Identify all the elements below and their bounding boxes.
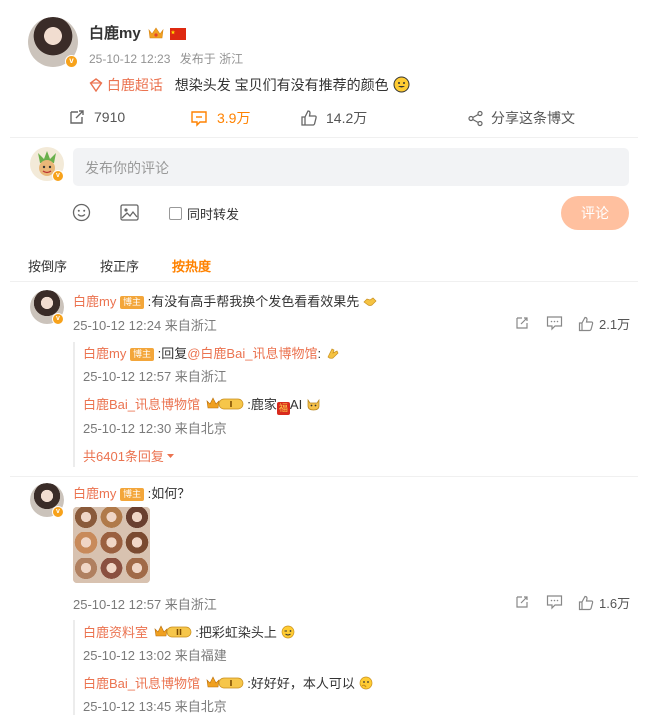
verified-icon: v	[65, 55, 78, 68]
reply-meta: 25-10-12 12:30 来自北京	[83, 421, 227, 436]
reply-author[interactable]: 白鹿Bai_讯息博物馆	[83, 397, 200, 412]
reply-thread-line	[73, 342, 75, 467]
reply-author[interactable]: 白鹿Bai_讯息博物馆	[83, 676, 200, 691]
supertopic-icon	[89, 78, 103, 92]
sort-tab-desc[interactable]: 按倒序	[28, 256, 67, 275]
divider	[10, 476, 638, 477]
reply-author[interactable]: 白鹿my	[83, 346, 126, 361]
reply-thread-line	[73, 620, 75, 715]
svg-text:I: I	[229, 400, 232, 409]
repost-icon	[68, 108, 86, 126]
verified-icon: v	[52, 313, 64, 325]
verified-icon: v	[52, 170, 64, 182]
verified-icon: v	[52, 506, 64, 518]
comment-like-button[interactable]: 1.6万	[578, 593, 630, 612]
think-emoji-icon	[359, 676, 373, 690]
comment-author[interactable]: 白鹿my	[73, 294, 116, 309]
comment-icon	[190, 109, 208, 127]
smile-icon	[72, 203, 91, 222]
thumb-up-icon	[300, 109, 318, 127]
wink-emoji-icon	[281, 625, 295, 639]
sort-tab-asc[interactable]: 按正序	[100, 256, 139, 275]
comment-input[interactable]: 发布你的评论	[73, 148, 629, 186]
comment-share-button[interactable]	[514, 315, 530, 331]
caret-down-icon	[166, 451, 175, 460]
comment-meta: 25-10-12 12:57 来自浙江	[73, 597, 217, 612]
share-button[interactable]: 分享这条博文	[467, 108, 575, 128]
clap-emoji-icon	[325, 346, 340, 360]
reply-meta: 25-10-12 13:02 来自福建	[83, 648, 227, 663]
thumb-up-icon	[578, 595, 594, 611]
reply-body: 白鹿Bai_讯息博物馆 I :鹿家福 AI	[83, 394, 321, 415]
expand-replies-link[interactable]: 共6401条回复	[83, 446, 175, 465]
supertopic-link[interactable]: 白鹿超话	[107, 77, 163, 93]
forward-checkbox[interactable]: 同时转发	[169, 204, 239, 223]
repost-icon	[514, 315, 530, 331]
svg-text:I: I	[229, 679, 232, 688]
divider	[10, 137, 638, 138]
reply-meta: 25-10-12 12:57 来自浙江	[83, 369, 227, 384]
comment-text: :如何？	[147, 486, 191, 501]
post-source: 发布于 浙江	[179, 52, 244, 66]
share-icon	[467, 110, 484, 127]
comment-image-thumbnail[interactable]	[73, 507, 150, 583]
post-author-name[interactable]: 白鹿my	[89, 25, 141, 42]
reply-body: 白鹿资料室 II :把彩虹染头上	[83, 622, 295, 641]
fan-level-crown-icon: I	[206, 396, 244, 411]
comment-like-button[interactable]: 2.1万	[578, 314, 630, 333]
handshake-emoji-icon	[363, 294, 377, 308]
blogger-badge: 博主	[119, 488, 144, 501]
comment-body: 白鹿my 博主 :如何？	[73, 483, 190, 502]
comment-body: 白鹿my 博主 :有没有高手帮我换个发色看看效果先	[73, 291, 377, 310]
mention-link[interactable]: @白鹿Bai_讯息博物馆	[187, 346, 317, 361]
repost-icon	[514, 594, 530, 610]
thumb-up-icon	[578, 316, 594, 332]
fu-emoji-icon: 福	[276, 402, 290, 415]
comment-meta: 25-10-12 12:24 来自浙江	[73, 318, 217, 333]
blogger-badge: 博主	[119, 296, 144, 309]
cat-emoji-icon	[306, 397, 321, 411]
submit-comment-button[interactable]: 评论	[561, 196, 629, 230]
sort-tab-hot[interactable]: 按热度	[172, 256, 211, 275]
comment-icon	[546, 594, 563, 610]
fan-level-crown-icon: II	[154, 624, 192, 639]
post-time[interactable]: 25-10-12 12:23	[89, 52, 170, 66]
china-flag-icon	[170, 28, 187, 40]
svg-text:II: II	[176, 628, 182, 637]
repost-button[interactable]: 7910	[68, 108, 125, 126]
reply-body: 白鹿my 博主 :回复@白鹿Bai_讯息博物馆:	[83, 343, 340, 362]
reply-author[interactable]: 白鹿资料室	[83, 625, 148, 640]
reply-body: 白鹿Bai_讯息博物馆 I :好好好，本人可以	[83, 673, 373, 692]
reply-meta: 25-10-12 13:45 来自北京	[83, 699, 227, 714]
crown-badge-icon	[148, 26, 164, 40]
image-icon	[120, 204, 139, 221]
checkbox-icon	[169, 207, 182, 220]
emoji-picker-button[interactable]	[72, 203, 91, 222]
comment-share-button[interactable]	[514, 594, 530, 610]
comment-author[interactable]: 白鹿my	[73, 486, 116, 501]
image-upload-button[interactable]	[120, 204, 139, 221]
comment-icon	[546, 315, 563, 331]
blogger-badge: 博主	[129, 348, 154, 361]
divider	[10, 281, 638, 282]
post-text: 想染头发 宝贝们有没有推荐的颜色	[174, 77, 389, 93]
grin-emoji-icon	[393, 76, 410, 93]
fan-level-crown-icon: I	[206, 675, 244, 690]
comment-text: :有没有高手帮我换个发色看看效果先	[147, 294, 360, 309]
comments-button[interactable]: 3.9万	[190, 108, 250, 128]
like-button[interactable]: 14.2万	[300, 108, 367, 128]
comment-reply-button[interactable]	[546, 315, 563, 331]
comment-reply-button[interactable]	[546, 594, 563, 610]
